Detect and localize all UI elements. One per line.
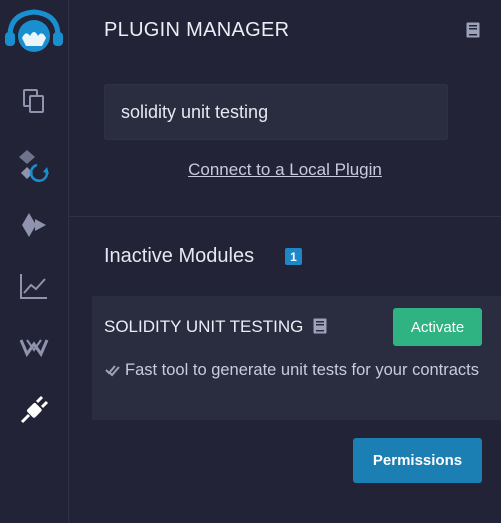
inactive-count-badge: 1 bbox=[285, 248, 302, 265]
permissions-button[interactable]: Permissions bbox=[353, 438, 482, 483]
file-explorer-icon[interactable] bbox=[14, 81, 54, 121]
section-divider bbox=[69, 216, 501, 217]
check-double-icon bbox=[105, 363, 121, 382]
inactive-modules-heading: Inactive Modules bbox=[104, 245, 255, 267]
compile-icon[interactable] bbox=[14, 145, 54, 185]
documentation-icon[interactable] bbox=[466, 22, 480, 43]
documentation-icon[interactable] bbox=[313, 318, 327, 339]
plugin-card: SOLIDITY UNIT TESTING Activate Fast tool… bbox=[92, 296, 501, 420]
page-title: PLUGIN MANAGER bbox=[104, 19, 290, 41]
plugin-name: SOLIDITY UNIT TESTING bbox=[104, 317, 304, 336]
network-icon[interactable] bbox=[14, 327, 54, 367]
activate-button[interactable]: Activate bbox=[393, 308, 482, 346]
analytics-icon[interactable] bbox=[14, 266, 54, 306]
remix-logo-icon[interactable] bbox=[2, 2, 66, 66]
icon-panel bbox=[0, 0, 69, 523]
plugin-description: Fast tool to generate unit tests for you… bbox=[125, 361, 480, 379]
plugin-icon[interactable] bbox=[14, 390, 54, 430]
deploy-run-icon[interactable] bbox=[14, 205, 54, 245]
plugin-manager-panel: PLUGIN MANAGER Connect to a Local Plugin… bbox=[69, 0, 501, 523]
plugin-search-input[interactable] bbox=[104, 84, 448, 140]
connect-local-plugin-link[interactable]: Connect to a Local Plugin bbox=[69, 160, 501, 180]
